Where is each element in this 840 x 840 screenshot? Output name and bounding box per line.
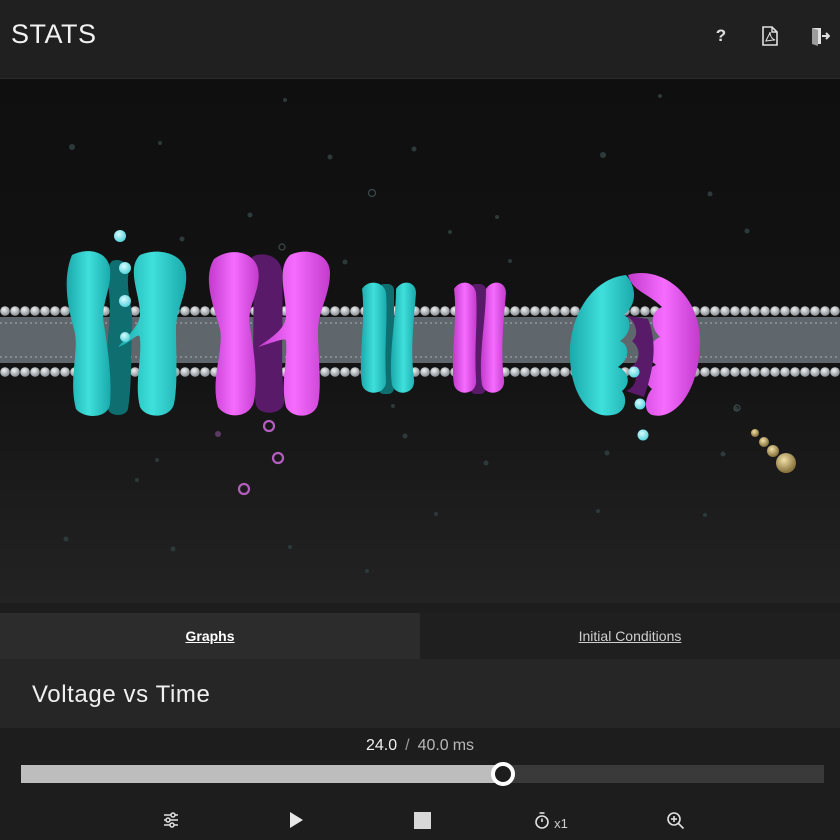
graph-panel-header: Voltage vs Time xyxy=(0,659,840,728)
magenta-ion-channel-large xyxy=(208,251,330,416)
graph-title: Voltage vs Time xyxy=(32,681,211,708)
app-title: STATS xyxy=(11,19,97,49)
total-time: 40.0 xyxy=(417,737,449,754)
time-readout: 24.0 / 40.0 ms xyxy=(0,737,840,755)
neurotransmitter-molecule xyxy=(751,429,796,473)
help-icon[interactable]: ? xyxy=(709,24,733,48)
playback-bar: 24.0 / 40.0 ms x1 xyxy=(0,728,840,840)
exit-icon[interactable] xyxy=(808,24,832,48)
tab-graphs[interactable]: Graphs xyxy=(0,613,420,659)
zoom-in-button[interactable] xyxy=(665,808,685,832)
stop-icon xyxy=(413,811,431,829)
pdf-icon[interactable] xyxy=(758,24,782,48)
playback-controls: x1 xyxy=(0,804,840,838)
time-unit: ms xyxy=(452,737,475,754)
magenta-ions xyxy=(237,419,285,496)
settings-sliders-icon[interactable] xyxy=(161,808,181,832)
timeline-scrubber[interactable] xyxy=(21,762,824,786)
view-tabs: Graphs Initial Conditions xyxy=(0,613,840,659)
stop-button[interactable] xyxy=(412,808,432,832)
play-button[interactable] xyxy=(286,808,306,832)
timer-icon xyxy=(535,812,549,829)
speed-label: x1 xyxy=(554,815,568,831)
speed-button[interactable]: x1 xyxy=(528,808,574,832)
app-header: STATS ? xyxy=(0,0,840,79)
current-time: 24.0 xyxy=(365,737,398,754)
time-separator: / xyxy=(405,737,410,754)
play-icon xyxy=(290,812,303,828)
membrane-simulation-view xyxy=(0,79,840,603)
timeline-thumb[interactable] xyxy=(490,762,515,786)
timeline-progress xyxy=(21,765,503,783)
magenta-ion-channel-small xyxy=(452,282,506,394)
zoom-in-icon xyxy=(666,811,684,829)
tab-initial-conditions[interactable]: Initial Conditions xyxy=(420,613,840,659)
cyan-ion-channel-small xyxy=(360,282,416,394)
